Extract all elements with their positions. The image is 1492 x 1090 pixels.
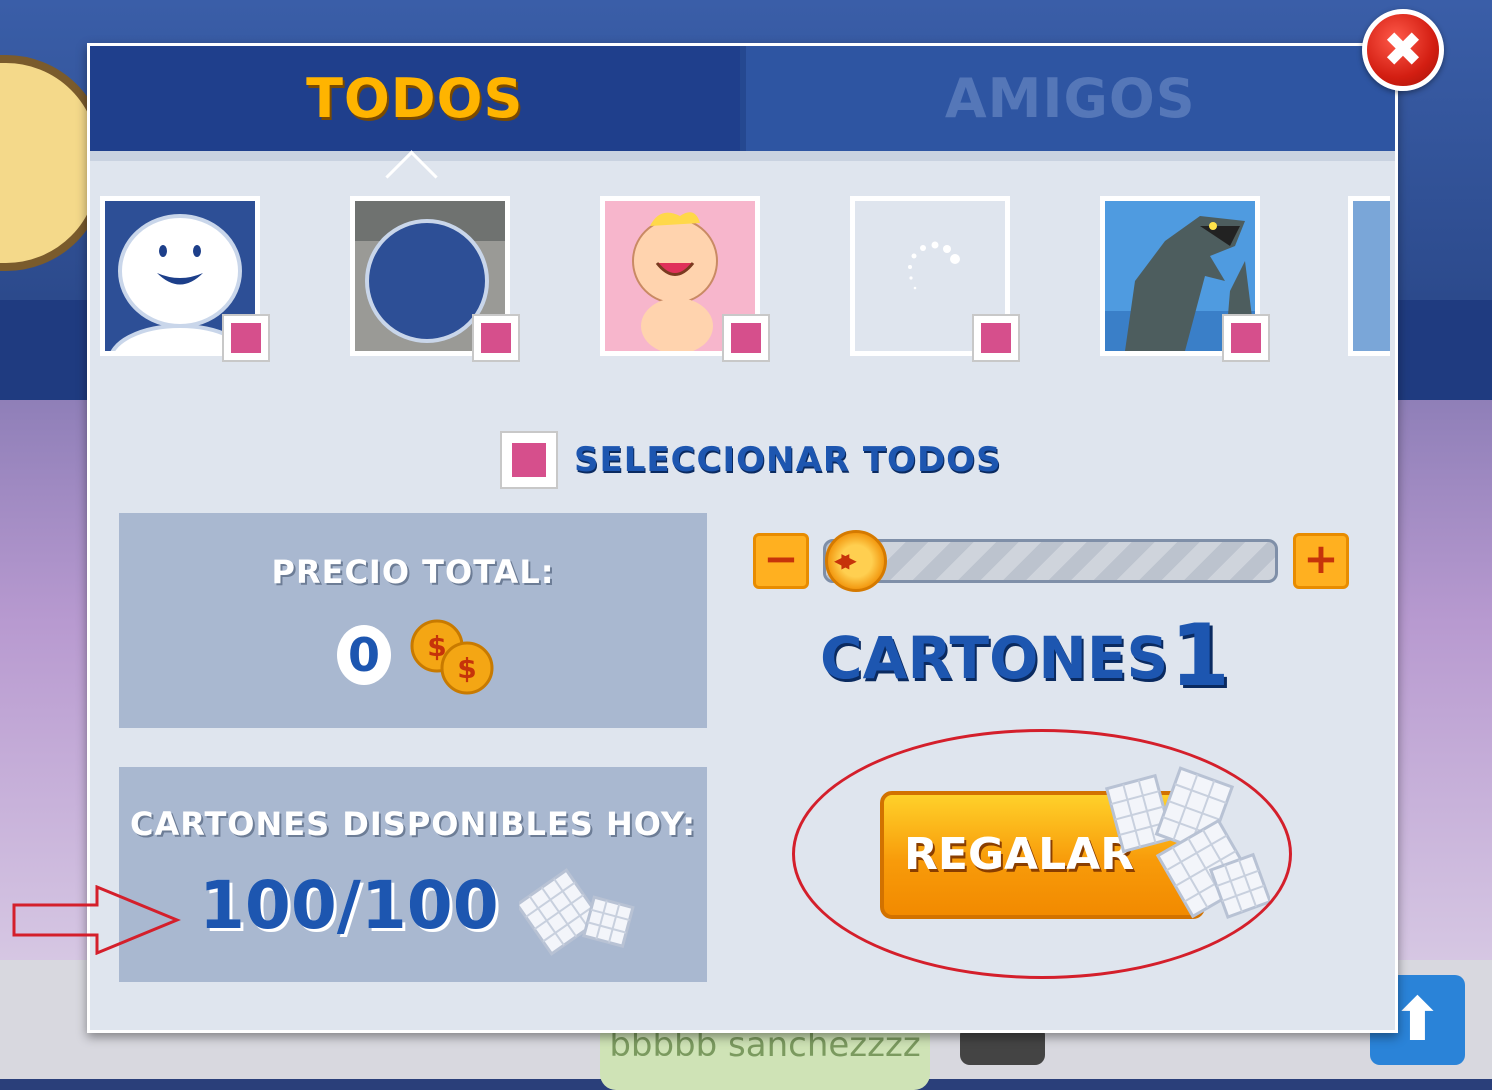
decrease-button[interactable]: − xyxy=(753,533,809,589)
friend-checkbox[interactable] xyxy=(722,314,770,362)
cartones-count: 1 xyxy=(1170,606,1230,706)
avatar xyxy=(1348,196,1390,356)
cards-slider-track[interactable] xyxy=(823,539,1278,583)
friend-item[interactable] xyxy=(350,196,520,364)
friend-item[interactable] xyxy=(100,196,270,364)
tab-underline xyxy=(90,151,1395,161)
friend-list[interactable] xyxy=(100,196,1390,376)
friend-checkbox[interactable] xyxy=(972,314,1020,362)
bingo-cards-icon xyxy=(1104,766,1270,919)
select-all-label: SELECCIONAR TODOS xyxy=(574,440,1002,480)
bingo-cards-icon xyxy=(519,868,635,956)
select-all-checkbox[interactable] xyxy=(500,431,558,489)
friend-checkbox[interactable] xyxy=(1222,314,1270,362)
coins-icon: $ $ xyxy=(410,619,494,695)
increase-button[interactable]: + xyxy=(1293,533,1349,589)
tab-bar: TODOS AMIGOS xyxy=(90,46,1395,151)
friend-checkbox[interactable] xyxy=(472,314,520,362)
tab-amigos[interactable]: AMIGOS xyxy=(739,46,1395,151)
svg-text:$: $ xyxy=(457,652,476,685)
available-cards-value: 100/100 xyxy=(199,867,499,944)
tab-todos[interactable]: TODOS xyxy=(90,46,740,151)
total-price-panel: PRECIO TOTAL: 0 $ $ xyxy=(119,513,707,728)
available-cards-panel: CARTONES DISPONIBLES HOY: 100/100 xyxy=(119,767,707,982)
friend-item[interactable] xyxy=(1348,196,1390,364)
total-price-value: 0 xyxy=(337,625,391,685)
friend-item[interactable] xyxy=(1100,196,1270,364)
gift-dialog: TODOS AMIGOS SELECCIONAR TODOS PRECIO TO… xyxy=(87,43,1398,1033)
cards-slider-knob[interactable] xyxy=(825,530,887,592)
arrow-annotation-icon xyxy=(12,885,181,955)
total-price-title: PRECIO TOTAL: xyxy=(271,553,555,591)
close-button[interactable]: ✖ xyxy=(1362,9,1444,91)
friend-checkbox[interactable] xyxy=(222,314,270,362)
available-cards-title: CARTONES DISPONIBLES HOY: xyxy=(129,805,697,843)
select-all[interactable]: SELECCIONAR TODOS xyxy=(500,431,1002,489)
friend-item[interactable] xyxy=(600,196,770,364)
friend-item[interactable] xyxy=(850,196,1020,364)
cartones-label: CARTONES xyxy=(820,624,1169,692)
